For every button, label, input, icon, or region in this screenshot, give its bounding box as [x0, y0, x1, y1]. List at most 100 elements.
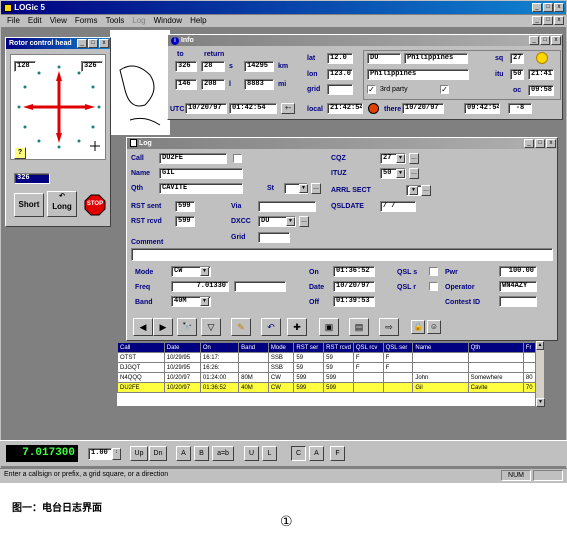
rotor-input[interactable]: 326: [14, 173, 50, 184]
column-header[interactable]: Call: [117, 342, 165, 353]
menu-forms[interactable]: Forms: [75, 15, 98, 27]
table-scrollbar[interactable]: ▲ ▼: [535, 341, 545, 407]
band-dropdown-icon[interactable]: ▼: [200, 297, 209, 306]
mdi-close-icon[interactable]: x: [554, 16, 564, 25]
table-row[interactable]: DJGQT 10/29/95 16:26: SSB 59 59 F F: [117, 362, 543, 373]
grid-value[interactable]: [327, 84, 353, 95]
long-path-button[interactable]: ↶ Long: [47, 191, 77, 217]
freq-extra-input[interactable]: [234, 281, 286, 292]
on-time-input[interactable]: 01:36:52: [333, 266, 375, 277]
rst-sent-input[interactable]: 599: [175, 201, 195, 212]
info-close-icon[interactable]: x: [551, 36, 561, 45]
arrl-dropdown-icon[interactable]: ▼: [409, 186, 418, 195]
up-button[interactable]: Up: [130, 446, 148, 461]
scroll-down-icon[interactable]: ▼: [536, 398, 545, 407]
fm-button[interactable]: F: [330, 446, 345, 461]
qsl-sent-checkbox[interactable]: [429, 267, 438, 276]
column-header[interactable]: Mode: [267, 342, 295, 353]
menu-log[interactable]: Log: [132, 15, 145, 27]
rotor-compass[interactable]: 128 326 ?: [10, 54, 106, 160]
step-input[interactable]: 1.00: [88, 448, 112, 460]
column-header[interactable]: Band: [238, 342, 269, 353]
mdi-minimize-icon[interactable]: _: [532, 16, 542, 25]
cw-button[interactable]: C: [291, 446, 306, 461]
utc-adjust-button[interactable]: +-: [281, 103, 295, 114]
column-header[interactable]: Date: [163, 342, 201, 353]
vfo-a-button[interactable]: A: [176, 446, 191, 461]
lsb-button[interactable]: L: [262, 446, 277, 461]
minimize-icon[interactable]: _: [532, 3, 542, 12]
info-maximize-icon[interactable]: □: [540, 36, 550, 45]
rotor-help-button[interactable]: ?: [14, 147, 26, 159]
alarm-icon[interactable]: [368, 103, 379, 114]
short-path-button[interactable]: Short: [14, 193, 44, 217]
operator-icon[interactable]: ☺: [427, 320, 441, 334]
filter-icon[interactable]: ▽: [201, 318, 221, 336]
qth-input[interactable]: CAVITE: [159, 183, 243, 194]
via-input[interactable]: [258, 201, 316, 212]
ituz-dropdown-icon[interactable]: ▼: [396, 169, 405, 178]
name-input[interactable]: GIL: [159, 168, 243, 179]
column-header[interactable]: Name: [412, 342, 469, 353]
cqz-lookup-button[interactable]: ...: [409, 153, 419, 164]
vfo-b-button[interactable]: B: [194, 446, 209, 461]
stop-button[interactable]: STOP: [84, 194, 106, 216]
date-input[interactable]: 10/20/97: [333, 281, 375, 292]
st-dropdown-icon[interactable]: ▼: [299, 184, 308, 193]
export-icon[interactable]: ⇨: [379, 318, 399, 336]
log-maximize-icon[interactable]: □: [535, 139, 545, 148]
print-icon[interactable]: ▤: [349, 318, 369, 336]
clear-brush-icon[interactable]: ✎: [231, 318, 251, 336]
call-input[interactable]: DU2FE: [159, 153, 227, 164]
table-row[interactable]: N4QQQ 10/20/97 01:24:00 80M CW 599 599 John Some…: [117, 372, 543, 383]
column-header[interactable]: RST rcvd: [323, 342, 354, 353]
maximize-icon[interactable]: □: [543, 3, 553, 12]
info-minimize-icon[interactable]: _: [529, 36, 539, 45]
find-icon[interactable]: 🔭: [177, 318, 197, 336]
lock-icon[interactable]: 🔒: [411, 320, 425, 334]
table-row[interactable]: OTST 10/29/95 16:17: SSB 59 59 F F: [117, 352, 543, 363]
rotor-maximize-icon[interactable]: □: [88, 39, 98, 48]
menu-file[interactable]: File: [7, 15, 20, 27]
usb-button[interactable]: U: [244, 446, 259, 461]
down-button[interactable]: Dn: [149, 446, 167, 461]
third-party-checkbox[interactable]: ✓: [367, 85, 376, 94]
dxcc-lookup-button[interactable]: ...: [299, 216, 309, 227]
close-icon[interactable]: x: [554, 3, 564, 12]
menu-edit[interactable]: Edit: [28, 15, 42, 27]
log-minimize-icon[interactable]: _: [524, 139, 534, 148]
call-checkbox[interactable]: [233, 154, 242, 163]
scroll-up-icon[interactable]: ▲: [536, 341, 544, 350]
contest-id-input[interactable]: [499, 296, 537, 307]
rotor-close-icon[interactable]: x: [99, 39, 109, 48]
comment-input[interactable]: [131, 248, 553, 261]
column-header[interactable]: RST ser: [293, 342, 325, 353]
column-header[interactable]: QSL ser: [382, 342, 414, 353]
mode-dropdown-icon[interactable]: ▼: [200, 267, 209, 276]
menu-help[interactable]: Help: [190, 15, 206, 27]
pwr-input[interactable]: 100.00: [499, 266, 537, 277]
column-header[interactable]: QSL rcv: [352, 342, 384, 353]
add-record-icon[interactable]: ✚: [287, 318, 307, 336]
step-spinner-icon[interactable]: ↕: [112, 448, 121, 460]
grid-input[interactable]: [258, 232, 290, 243]
mdi-restore-icon[interactable]: □: [543, 16, 553, 25]
column-header[interactable]: Qth: [467, 342, 524, 353]
rotor-minimize-icon[interactable]: _: [77, 39, 87, 48]
freq-input[interactable]: 7.01330: [171, 281, 229, 292]
menu-tools[interactable]: Tools: [106, 15, 125, 27]
ituz-lookup-button[interactable]: ...: [409, 168, 419, 179]
undo-icon[interactable]: ↶: [261, 318, 281, 336]
log-close-icon[interactable]: x: [546, 139, 556, 148]
menu-view[interactable]: View: [50, 15, 67, 27]
next-record-icon[interactable]: ▶: [153, 318, 173, 336]
cqz-dropdown-icon[interactable]: ▼: [396, 154, 405, 163]
column-header[interactable]: On: [199, 342, 240, 353]
prev-record-icon[interactable]: ◀: [133, 318, 153, 336]
menu-window[interactable]: Window: [154, 15, 182, 27]
am-button[interactable]: A: [309, 446, 324, 461]
operator-input[interactable]: WN4AZY: [499, 281, 537, 292]
save-icon[interactable]: ▣: [319, 318, 339, 336]
arrl-lookup-button[interactable]: ...: [421, 185, 431, 196]
table-row[interactable]: DU2FE 10/20/97 01:36:52 40M CW 599 599 Gil Cavit…: [117, 382, 543, 393]
